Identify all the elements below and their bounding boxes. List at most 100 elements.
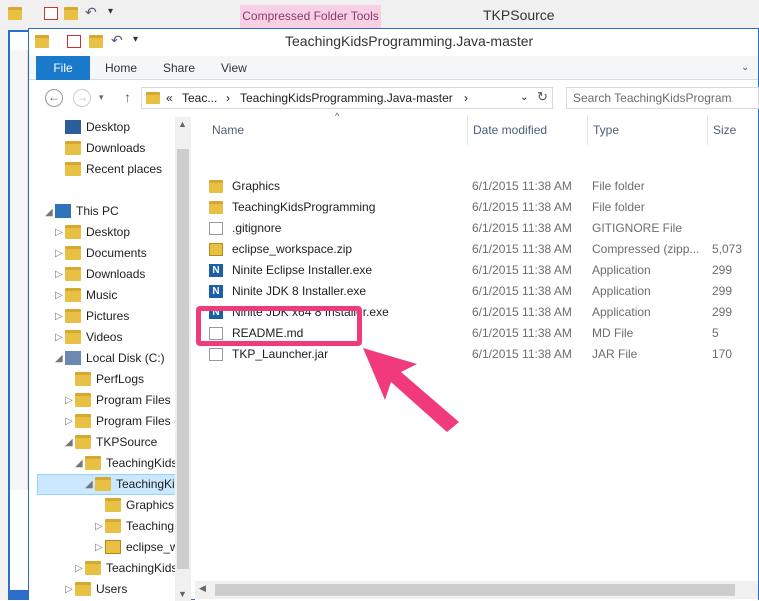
refresh-icon[interactable]: ↻ [537, 89, 548, 105]
nav-downloads-favorite[interactable]: Downloads [65, 138, 145, 158]
scroll-left-icon[interactable]: ◀ [199, 583, 206, 594]
expand-arrow-icon[interactable]: ◢ [45, 207, 53, 218]
folder-icon [65, 225, 81, 239]
nav-teachingkids-2[interactable]: TeachingKids [85, 558, 177, 578]
collapse-arrow-icon[interactable]: ▷ [55, 227, 63, 238]
nav-program-files-x86[interactable]: Program Files ( [75, 411, 178, 431]
breadcrumb-separator[interactable]: › [464, 91, 468, 105]
nav-perflogs[interactable]: PerfLogs [75, 369, 144, 389]
column-divider[interactable] [587, 115, 588, 145]
folder-icon [95, 477, 111, 491]
annotation-arrow-icon [363, 348, 459, 432]
nav-documents[interactable]: Documents [65, 243, 147, 263]
nav-local-disk[interactable]: Local Disk (C:) [65, 348, 165, 368]
navigation-pane: Desktop Downloads Recent places ◢ This P… [29, 115, 191, 601]
scroll-up-icon[interactable]: ▲ [178, 119, 187, 129]
undo-icon[interactable]: ↶ [85, 4, 97, 21]
nav-graphics[interactable]: Graphics [105, 495, 174, 515]
nav-desktop-favorite[interactable]: Desktop [65, 117, 130, 137]
zip-folder-icon [105, 540, 121, 554]
column-divider[interactable] [707, 115, 708, 145]
collapse-arrow-icon[interactable]: ▷ [55, 269, 63, 280]
new-folder-icon[interactable] [89, 35, 103, 48]
search-input[interactable]: Search TeachingKidsProgram... [566, 87, 759, 109]
nav-this-pc[interactable]: This PC [55, 201, 119, 221]
expand-arrow-icon[interactable]: ◢ [85, 479, 93, 490]
undo-icon[interactable]: ↶ [111, 32, 123, 49]
nav-program-files[interactable]: Program Files [75, 390, 171, 410]
nav-tkpsource[interactable]: TKPSource [75, 432, 157, 452]
collapse-arrow-icon[interactable]: ▷ [55, 248, 63, 259]
nav-eclipse-workspace[interactable]: eclipse_w [105, 537, 179, 557]
nav-downloads[interactable]: Downloads [65, 264, 145, 284]
address-bar[interactable]: « Teac... › TeachingKidsProgramming.Java… [141, 87, 553, 109]
tab-home[interactable]: Home [105, 56, 137, 80]
nav-scrollbar-thumb[interactable] [177, 149, 189, 569]
nav-recent-places[interactable]: Recent places [65, 159, 162, 179]
column-name[interactable]: Name [212, 123, 244, 137]
address-dropdown-icon[interactable]: ⌄ [520, 92, 528, 103]
nav-desktop[interactable]: Desktop [65, 222, 130, 242]
breadcrumb-overflow[interactable]: « [166, 91, 173, 105]
file-row-tkp-launcher[interactable]: TKP_Launcher.jar 6/1/2015 11:38 AM JAR F… [205, 344, 758, 365]
collapse-arrow-icon[interactable]: ▷ [65, 416, 73, 427]
collapse-arrow-icon[interactable]: ▷ [95, 521, 103, 532]
expand-arrow-icon[interactable]: ◢ [75, 458, 83, 469]
nav-videos[interactable]: Videos [65, 327, 122, 347]
file-row-gitignore[interactable]: .gitignore 6/1/2015 11:38 AM GITIGNORE F… [205, 218, 758, 239]
breadcrumb-separator[interactable]: › [226, 91, 230, 105]
background-window-pane [10, 50, 28, 490]
compressed-folder-tools-tab[interactable]: Compressed Folder Tools [240, 5, 381, 28]
file-row-graphics[interactable]: Graphics 6/1/2015 11:38 AM File folder [205, 176, 758, 197]
properties-icon[interactable] [67, 35, 81, 48]
quick-access-dropdown-icon[interactable]: ▾ [108, 6, 113, 17]
scroll-down-icon[interactable]: ▼ [178, 589, 187, 599]
folder-icon [75, 414, 91, 428]
folder-icon [75, 393, 91, 407]
column-size[interactable]: Size [713, 123, 736, 137]
column-type[interactable]: Type [593, 123, 619, 137]
quick-access-dropdown-icon[interactable]: ▾ [133, 34, 138, 45]
expand-ribbon-icon[interactable]: ⌄ [741, 56, 749, 80]
nav-music[interactable]: Music [65, 285, 117, 305]
forward-icon[interactable]: → [73, 89, 91, 107]
collapse-arrow-icon[interactable]: ▷ [75, 563, 83, 574]
folder-icon [105, 519, 121, 533]
collapse-arrow-icon[interactable]: ▷ [65, 584, 73, 595]
nav-teaching[interactable]: Teaching [105, 516, 174, 536]
tab-share[interactable]: Share [163, 56, 195, 80]
tab-view[interactable]: View [221, 56, 247, 80]
nav-users[interactable]: Users [75, 579, 127, 599]
collapse-arrow-icon[interactable]: ▷ [95, 542, 103, 553]
file-row-eclipse-workspace-zip[interactable]: eclipse_workspace.zip 6/1/2015 11:38 AM … [205, 239, 758, 260]
breadcrumb-teac[interactable]: Teac... [182, 91, 217, 105]
new-folder-icon[interactable] [64, 7, 78, 20]
file-row-ninite-eclipse[interactable]: N Ninite Eclipse Installer.exe 6/1/2015 … [205, 260, 758, 281]
up-icon[interactable]: ↑ [124, 89, 131, 105]
folder-icon [8, 7, 22, 20]
collapse-arrow-icon[interactable]: ▷ [55, 290, 63, 301]
folder-icon [65, 309, 81, 323]
column-divider[interactable] [467, 115, 468, 145]
horizontal-scrollbar[interactable]: ◀ [195, 581, 758, 599]
column-date-modified[interactable]: Date modified [473, 123, 547, 137]
file-row-teachingkidsprogramming[interactable]: TeachingKidsProgramming 6/1/2015 11:38 A… [205, 197, 758, 218]
nav-pictures[interactable]: Pictures [65, 306, 129, 326]
properties-icon[interactable] [44, 7, 58, 20]
collapse-arrow-icon[interactable]: ▷ [55, 332, 63, 343]
folder-icon [85, 561, 101, 575]
back-icon[interactable]: ← [45, 89, 63, 107]
expand-arrow-icon[interactable]: ◢ [55, 353, 63, 364]
nav-teachingkids[interactable]: TeachingKids [85, 453, 177, 473]
collapse-arrow-icon[interactable]: ▷ [55, 311, 63, 322]
expand-arrow-icon[interactable]: ◢ [65, 437, 73, 448]
collapse-arrow-icon[interactable]: ▷ [65, 395, 73, 406]
file-row-ninite-jdk8[interactable]: N Ninite JDK 8 Installer.exe 6/1/2015 11… [205, 281, 758, 302]
horizontal-scrollbar-thumb[interactable] [215, 584, 735, 596]
recent-locations-icon[interactable]: ▾ [99, 92, 104, 103]
background-window-title: TKPSource [483, 7, 555, 23]
document-icon [209, 222, 223, 235]
breadcrumb-current[interactable]: TeachingKidsProgramming.Java-master [240, 91, 453, 105]
nav-teachingki-selected[interactable]: TeachingKi [95, 474, 175, 494]
tab-file[interactable]: File [36, 56, 90, 80]
